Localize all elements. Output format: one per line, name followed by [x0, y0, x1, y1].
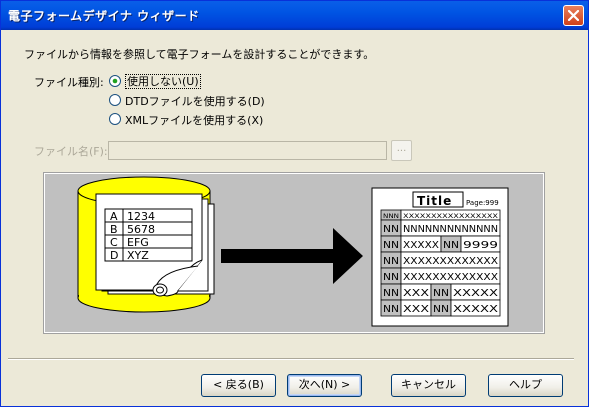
form-cell-text: XXXXXXXXXXXXX	[403, 272, 498, 283]
browse-button[interactable]: ...	[391, 140, 412, 161]
db-key: D	[110, 249, 118, 262]
next-button[interactable]: 次へ(N) >	[287, 374, 362, 397]
db-key: B	[110, 223, 118, 236]
window-title: 電子フォームデザイナ ウィザード	[8, 9, 200, 23]
intro-text: ファイルから情報を参照して電子フォームを設計することができます。	[24, 48, 375, 61]
close-icon	[568, 10, 579, 21]
form-cell-text: XXXXXXXXXXXXXXXXX	[403, 212, 499, 220]
help-button[interactable]: ヘルプ	[488, 374, 563, 397]
db-value: EFG	[127, 236, 149, 249]
form-cell-text: NN	[383, 288, 399, 299]
form-cell-text: XXXXX	[453, 304, 498, 315]
db-value: 1234	[127, 210, 155, 223]
db-value: XYZ	[127, 249, 149, 262]
back-button[interactable]: < 戻る(B)	[201, 374, 276, 397]
form-cell-text: NN	[433, 288, 449, 299]
form-cell-text: 9999	[463, 240, 498, 251]
form-cell-text: XXXXX	[403, 240, 439, 251]
radio-none-label[interactable]: 使用しない(U)	[125, 74, 201, 89]
right-arrow-icon	[221, 228, 363, 284]
radio-none[interactable]	[109, 75, 121, 87]
file-name-label: ファイル名(F):	[34, 145, 108, 158]
cancel-button[interactable]: キャンセル	[391, 374, 466, 397]
title-bar[interactable]: 電子フォームデザイナ ウィザード	[1, 1, 588, 30]
radio-dtd-label[interactable]: DTDファイルを使用する(D)	[125, 93, 265, 109]
db-value: 5678	[127, 223, 155, 236]
radio-xml-label[interactable]: XMLファイルを使用する(X)	[125, 112, 263, 128]
form-sheet: Title Page:999 NNN XXXXXXXXXXXXXXXXXNN NNN…	[371, 187, 509, 327]
close-button[interactable]	[563, 5, 584, 26]
db-key: C	[110, 236, 118, 249]
form-rows: NNN XXXXXXXXXXXXXXXXXNN NNNNNNNNNNNNNNN XXX…	[380, 209, 501, 317]
illustration-panel: A 1234 B 5678 C EFG D XYZ Title Page:999…	[43, 172, 545, 334]
form-cell-text: NNNNNNNNNNNNN	[403, 224, 498, 235]
form-cell-text: NN	[433, 304, 449, 315]
form-cell-text: NN	[383, 304, 399, 315]
form-cell-text: NN	[383, 240, 399, 251]
radio-xml[interactable]	[109, 113, 121, 125]
separator	[8, 358, 574, 360]
database-table: A 1234 B 5678 C EFG D XYZ	[104, 208, 193, 262]
form-cell-text: XXXXXXXXXXXXX	[403, 256, 498, 267]
form-page-number: Page:999	[466, 199, 499, 207]
form-cell-text: NN	[383, 272, 399, 283]
form-cell-text: NN	[383, 224, 399, 235]
form-cell-text: XXXXX	[453, 288, 498, 299]
form-cell-text: NN	[443, 240, 459, 251]
file-name-input[interactable]	[108, 141, 387, 160]
radio-dtd[interactable]	[109, 94, 121, 106]
form-cell-text: XXX	[403, 304, 429, 315]
form-cell-text: XXX	[403, 288, 429, 299]
illustration: A 1234 B 5678 C EFG D XYZ Title Page:999…	[77, 176, 509, 327]
form-cell-text: NNN	[383, 212, 399, 220]
form-title: Title	[417, 194, 452, 208]
db-key: A	[110, 210, 118, 223]
form-cell-text: NN	[383, 256, 399, 267]
file-type-label: ファイル種別:	[34, 76, 104, 89]
wizard-window: 電子フォームデザイナ ウィザード ファイルから情報を参照して電子フォームを設計す…	[0, 0, 589, 407]
